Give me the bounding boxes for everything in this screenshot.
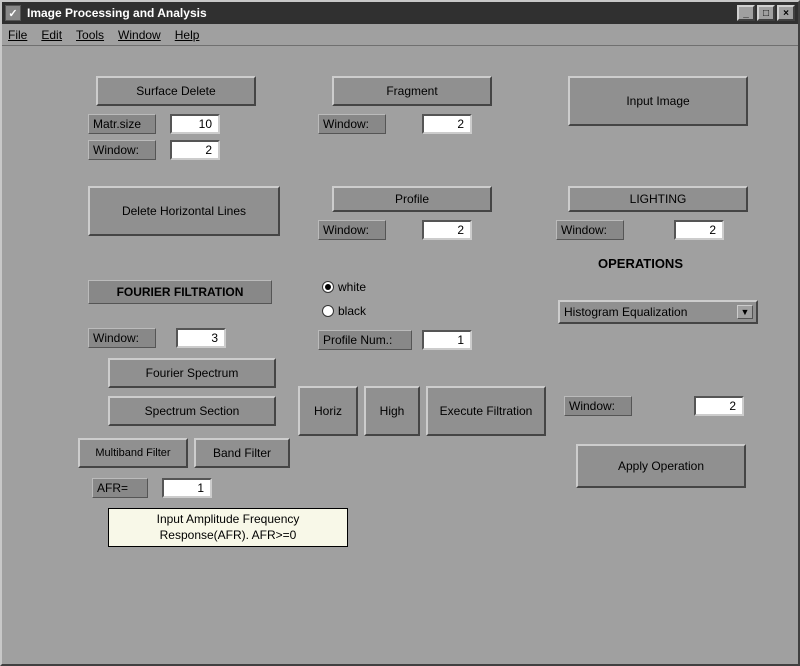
minimize-button[interactable]: _ bbox=[737, 5, 755, 21]
execute-filtration-button[interactable]: Execute Filtration bbox=[426, 386, 546, 436]
operations-heading: OPERATIONS bbox=[598, 256, 683, 271]
radio-white[interactable]: white bbox=[322, 280, 366, 294]
afr-tooltip-text: Input Amplitude Frequency Response(AFR).… bbox=[157, 512, 300, 542]
fourier-window-input[interactable] bbox=[176, 328, 226, 348]
operations-dropdown-value: Histogram Equalization bbox=[564, 305, 687, 319]
profile-num-input[interactable] bbox=[422, 330, 472, 350]
operations-dropdown[interactable]: Histogram Equalization ▼ bbox=[558, 300, 758, 324]
maximize-button[interactable]: □ bbox=[757, 5, 775, 21]
afr-input[interactable] bbox=[162, 478, 212, 498]
radio-black-label: black bbox=[338, 304, 366, 318]
radio-black[interactable]: black bbox=[322, 304, 366, 318]
profile-button[interactable]: Profile bbox=[332, 186, 492, 212]
chevron-down-icon: ▼ bbox=[737, 305, 753, 319]
client-area: Surface Delete Fragment Input Image Matr… bbox=[2, 46, 798, 664]
fourier-spectrum-button[interactable]: Fourier Spectrum bbox=[108, 358, 276, 388]
fourier-filtration-heading: FOURIER FILTRATION bbox=[88, 280, 272, 304]
matr-size-input[interactable] bbox=[170, 114, 220, 134]
surface-window-label: Window: bbox=[88, 140, 156, 160]
menubar: File Edit Tools Window Help bbox=[2, 24, 798, 46]
app-window: ✓ Image Processing and Analysis _ □ × Fi… bbox=[0, 0, 800, 666]
fourier-window-label: Window: bbox=[88, 328, 156, 348]
horiz-button[interactable]: Horiz bbox=[298, 386, 358, 436]
menu-help[interactable]: Help bbox=[175, 28, 200, 42]
titlebar: ✓ Image Processing and Analysis _ □ × bbox=[2, 2, 798, 24]
lighting-window-label: Window: bbox=[556, 220, 624, 240]
app-icon: ✓ bbox=[5, 5, 21, 21]
profile-window-input[interactable] bbox=[422, 220, 472, 240]
input-image-button[interactable]: Input Image bbox=[568, 76, 748, 126]
high-button[interactable]: High bbox=[364, 386, 420, 436]
surface-delete-button[interactable]: Surface Delete bbox=[96, 76, 256, 106]
profile-window-label: Window: bbox=[318, 220, 386, 240]
spectrum-section-button[interactable]: Spectrum Section bbox=[108, 396, 276, 426]
afr-label: AFR= bbox=[92, 478, 148, 498]
radio-white-dot bbox=[322, 281, 334, 293]
lighting-window-input[interactable] bbox=[674, 220, 724, 240]
fragment-button[interactable]: Fragment bbox=[332, 76, 492, 106]
close-button[interactable]: × bbox=[777, 5, 795, 21]
surface-window-input[interactable] bbox=[170, 140, 220, 160]
menu-edit[interactable]: Edit bbox=[41, 28, 62, 42]
profile-num-label: Profile Num.: bbox=[318, 330, 412, 350]
matr-size-label: Matr.size bbox=[88, 114, 156, 134]
delete-horizontal-lines-button[interactable]: Delete Horizontal Lines bbox=[88, 186, 280, 236]
afr-tooltip: Input Amplitude Frequency Response(AFR).… bbox=[108, 508, 348, 547]
window-title: Image Processing and Analysis bbox=[27, 6, 737, 20]
menu-file[interactable]: File bbox=[8, 28, 27, 42]
fragment-window-input[interactable] bbox=[422, 114, 472, 134]
ops-window-input[interactable] bbox=[694, 396, 744, 416]
ops-window-label: Window: bbox=[564, 396, 632, 416]
multiband-filter-button[interactable]: Multiband Filter bbox=[78, 438, 188, 468]
radio-white-label: white bbox=[338, 280, 366, 294]
fragment-window-label: Window: bbox=[318, 114, 386, 134]
menu-tools[interactable]: Tools bbox=[76, 28, 104, 42]
band-filter-button[interactable]: Band Filter bbox=[194, 438, 290, 468]
lighting-button[interactable]: LIGHTING bbox=[568, 186, 748, 212]
menu-window[interactable]: Window bbox=[118, 28, 161, 42]
radio-black-dot bbox=[322, 305, 334, 317]
apply-operation-button[interactable]: Apply Operation bbox=[576, 444, 746, 488]
